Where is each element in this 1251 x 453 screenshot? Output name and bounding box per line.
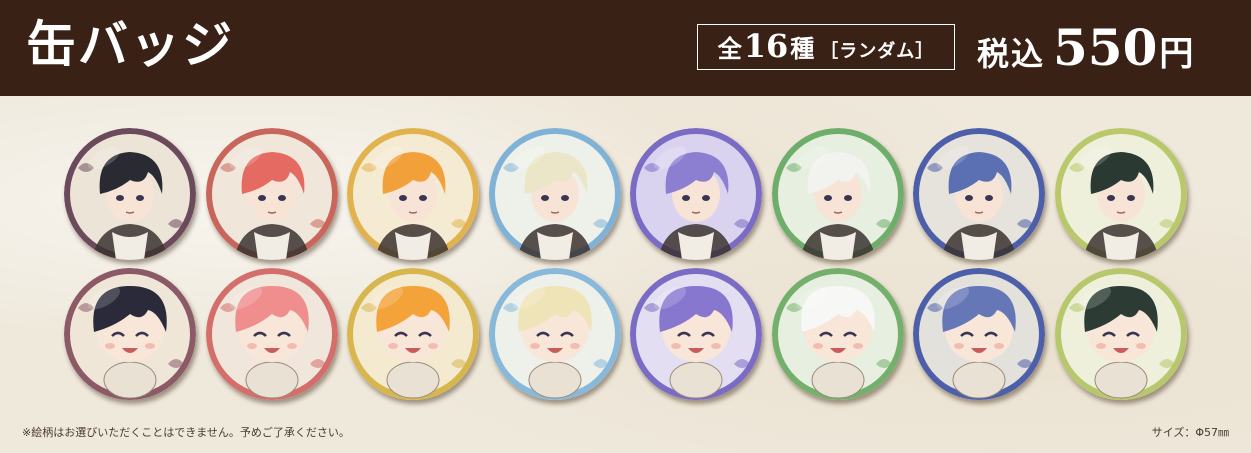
price-prefix: 税込	[977, 35, 1046, 73]
badge-chibi-icon	[488, 268, 621, 400]
badge-portrait-icon	[1054, 128, 1187, 260]
price: 税込 550 円	[977, 18, 1193, 77]
paper-texture	[0, 96, 1251, 453]
variant-count-box: 全 16 種 ［ランダム］	[697, 24, 955, 70]
count-prefix: 全	[717, 34, 742, 63]
badge-chibi-icon	[771, 268, 904, 400]
chibi-badge	[1054, 268, 1187, 400]
badge-chibi-icon	[64, 268, 196, 400]
portrait-badge	[64, 128, 196, 260]
price-unit: 円	[1159, 34, 1194, 74]
badge-portrait-icon	[347, 128, 479, 260]
chibi-badge	[205, 268, 338, 400]
count-note: ［ランダム］	[820, 41, 935, 62]
portrait-badge	[488, 128, 621, 260]
badge-portrait-icon	[630, 128, 762, 260]
portrait-badge	[630, 128, 762, 260]
badge-portrait-icon	[771, 128, 904, 260]
count-number: 16	[743, 27, 789, 65]
disclaimer-note: ※絵柄はお選びいただくことはできません。予めご了承ください。	[22, 426, 350, 439]
portrait-badge	[771, 128, 904, 260]
portrait-badge	[205, 128, 338, 260]
badge-chibi-icon	[913, 268, 1045, 400]
badge-chibi-icon	[205, 268, 338, 400]
count-suffix: 種	[790, 34, 815, 63]
chibi-badge	[630, 268, 762, 400]
badge-chibi-icon	[1054, 268, 1187, 400]
chibi-badge	[771, 268, 904, 400]
badge-chibi-icon	[347, 268, 479, 400]
price-value: 550	[1053, 18, 1158, 77]
header-bar: 缶バッジ 全 16 種 ［ランダム］ 税込 550 円	[0, 0, 1251, 96]
badge-panel: ※絵柄はお選びいただくことはできません。予めご了承ください。 サイズ：Φ57㎜	[0, 96, 1251, 453]
badge-portrait-icon	[913, 128, 1045, 260]
chibi-badge	[488, 268, 621, 400]
badge-portrait-icon	[488, 128, 621, 260]
badge-portrait-icon	[205, 128, 338, 260]
badge-chibi-icon	[630, 268, 762, 400]
chibi-badge	[913, 268, 1045, 400]
portrait-badge	[1054, 128, 1187, 260]
product-title: 缶バッジ	[26, 15, 234, 74]
chibi-badge	[64, 268, 196, 400]
size-label: サイズ：Φ57㎜	[1151, 426, 1229, 439]
badge-portrait-icon	[64, 128, 196, 260]
portrait-badge	[347, 128, 479, 260]
portrait-badge	[913, 128, 1045, 260]
chibi-badge	[347, 268, 479, 400]
